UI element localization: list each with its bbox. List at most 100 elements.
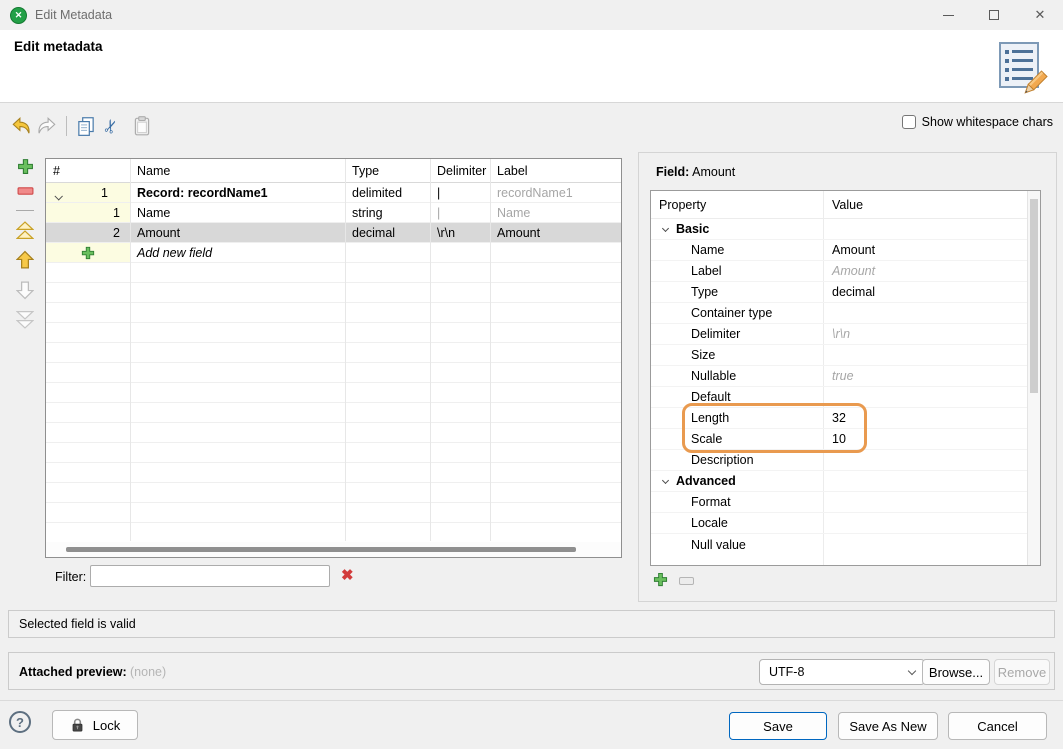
window-title: Edit Metadata xyxy=(35,8,112,22)
close-button[interactable]: ✕ xyxy=(1017,0,1063,30)
property-actions xyxy=(653,572,694,590)
lock-icon xyxy=(70,717,85,733)
title-bar: ✕ Edit Metadata ✕ xyxy=(0,0,1063,30)
remove-property-button[interactable] xyxy=(679,577,694,585)
field-number: 1 xyxy=(113,206,120,220)
record-type: delimited xyxy=(345,183,430,202)
minimize-button[interactable] xyxy=(925,0,971,30)
property-row-label[interactable]: Label Amount xyxy=(651,261,1040,282)
field-title-value: Amount xyxy=(692,165,735,179)
field-name: Name xyxy=(130,203,345,222)
list-bullet-icon xyxy=(1005,68,1009,72)
property-row-length[interactable]: Length 32 xyxy=(651,408,1040,429)
col-type-header: Type xyxy=(345,159,430,182)
move-down-button[interactable] xyxy=(16,280,34,303)
chevron-down-icon xyxy=(662,224,669,231)
column-divider xyxy=(130,159,131,541)
property-row-nullable[interactable]: Nullable true xyxy=(651,366,1040,387)
field-delimiter: \r\n xyxy=(430,223,490,242)
move-up-button[interactable] xyxy=(16,250,34,273)
double-down-arrow-icon xyxy=(16,310,34,329)
close-icon: ✕ xyxy=(1035,7,1046,23)
copy-button[interactable] xyxy=(73,114,99,138)
page-title: Edit metadata xyxy=(14,39,103,54)
property-row-default[interactable]: Default xyxy=(651,387,1040,408)
field-row-amount-selected[interactable]: 2 Amount decimal \r\n Amount xyxy=(46,223,621,243)
help-button[interactable]: ? xyxy=(9,711,31,733)
filter-input[interactable] xyxy=(90,565,330,587)
field-name: Amount xyxy=(130,223,345,242)
field-row-name[interactable]: 1 Name string | Name xyxy=(46,203,621,223)
column-divider xyxy=(430,159,431,541)
property-group-basic[interactable]: Basic xyxy=(651,219,1040,240)
property-row-type[interactable]: Type decimal xyxy=(651,282,1040,303)
up-arrow-icon xyxy=(16,250,34,270)
maximize-button[interactable] xyxy=(971,0,1017,30)
property-grid-header: Property Value xyxy=(651,191,1040,219)
field-number: 2 xyxy=(113,226,120,240)
browse-button[interactable]: Browse... xyxy=(922,659,990,685)
minus-icon xyxy=(17,186,34,196)
copy-icon xyxy=(75,115,97,137)
move-bottom-button[interactable] xyxy=(16,310,34,332)
undo-button[interactable] xyxy=(8,114,34,138)
col-delimiter-header: Delimiter xyxy=(430,159,490,182)
vertical-scrollbar[interactable] xyxy=(1027,191,1040,565)
scrollbar-thumb[interactable] xyxy=(66,547,576,552)
property-row-description[interactable]: Description xyxy=(651,450,1040,471)
property-row-format[interactable]: Format xyxy=(651,492,1040,513)
property-row-size[interactable]: Size xyxy=(651,345,1040,366)
remove-field-button[interactable] xyxy=(17,185,34,199)
cancel-button[interactable]: Cancel xyxy=(948,712,1047,740)
property-row-name[interactable]: Name Amount xyxy=(651,240,1040,261)
add-property-button[interactable] xyxy=(653,572,668,590)
collapse-record-icon[interactable] xyxy=(55,189,61,203)
paste-icon xyxy=(131,115,153,137)
footer-divider xyxy=(0,700,1063,701)
record-delimiter: | xyxy=(430,183,490,202)
col-name-header: Name xyxy=(130,159,345,182)
save-as-new-button[interactable]: Save As New xyxy=(838,712,938,740)
remove-button[interactable]: Remove xyxy=(994,659,1050,685)
minimize-icon xyxy=(943,15,954,16)
field-label: Amount xyxy=(490,223,621,242)
record-label: recordName1 xyxy=(490,183,621,202)
save-button[interactable]: Save xyxy=(729,712,827,740)
property-row-container-type[interactable]: Container type xyxy=(651,303,1040,324)
edit-metadata-dialog: { "window": { "title": "Edit Metadata" }… xyxy=(0,0,1063,749)
show-whitespace-option: Show whitespace chars xyxy=(902,115,1053,129)
encoding-select[interactable]: UTF-8 xyxy=(759,659,925,685)
property-group-advanced[interactable]: Advanced xyxy=(651,471,1040,492)
property-row-null-value[interactable]: Null value xyxy=(651,534,1040,555)
list-bullet-icon xyxy=(1005,50,1009,54)
property-row-locale[interactable]: Locale xyxy=(651,513,1040,534)
horizontal-scrollbar[interactable] xyxy=(46,542,621,557)
clear-filter-icon[interactable]: ✖ xyxy=(341,566,354,584)
maximize-icon xyxy=(989,10,999,20)
empty-rows-area xyxy=(46,263,621,541)
cut-button[interactable]: ✂ xyxy=(99,114,125,138)
attached-preview-bar: Attached preview: (none) UTF-8 Browse...… xyxy=(8,652,1055,690)
property-column-header: Property xyxy=(651,198,823,212)
pencil-icon xyxy=(1019,68,1049,98)
add-field-button[interactable] xyxy=(17,158,34,178)
field-title-label: Field: xyxy=(656,165,689,179)
dialog-header: Edit metadata xyxy=(0,30,1063,103)
list-bullet-icon xyxy=(1005,77,1009,81)
double-up-arrow-icon xyxy=(16,221,34,240)
show-whitespace-checkbox[interactable] xyxy=(902,115,916,129)
property-row-delimiter[interactable]: Delimiter \r\n xyxy=(651,324,1040,345)
add-new-field-label: Add new field xyxy=(130,243,345,262)
paste-button[interactable] xyxy=(129,114,155,138)
add-new-field-row[interactable]: Add new field xyxy=(46,243,621,263)
field-properties-panel: Field: Amount Property Value Basic Name … xyxy=(638,152,1057,602)
down-arrow-icon xyxy=(16,280,34,300)
lock-button[interactable]: Lock xyxy=(52,710,138,740)
move-top-button[interactable] xyxy=(16,221,34,243)
toolbar-separator xyxy=(66,116,67,136)
property-row-scale[interactable]: Scale 10 xyxy=(651,429,1040,450)
scrollbar-thumb[interactable] xyxy=(1030,199,1038,393)
status-message: Selected field is valid xyxy=(19,617,136,631)
record-row[interactable]: 1 Record: recordName1 delimited | record… xyxy=(46,183,621,203)
redo-button[interactable] xyxy=(34,114,60,138)
